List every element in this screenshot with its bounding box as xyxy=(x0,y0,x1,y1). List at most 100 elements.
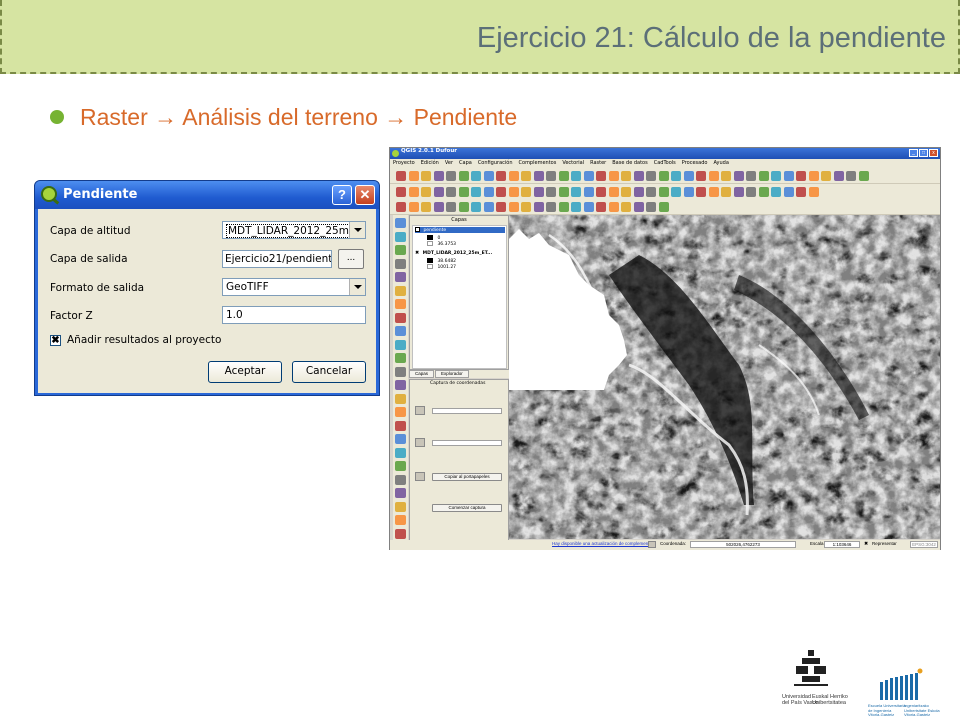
toolbar-tool-icon[interactable] xyxy=(396,187,406,197)
toolbar-tool-icon[interactable] xyxy=(508,187,519,197)
toolbar-tool-icon[interactable] xyxy=(696,187,706,197)
toolbar-tool-icon[interactable] xyxy=(696,171,706,181)
toolbar-tool-icon[interactable] xyxy=(408,202,419,212)
toolbar-tool-icon[interactable] xyxy=(708,187,719,197)
layer-tool-icon[interactable] xyxy=(395,312,406,323)
menu-complementos[interactable]: Complementos xyxy=(519,159,557,168)
grid-icon[interactable] xyxy=(415,438,425,447)
toolbar-tool-icon[interactable] xyxy=(858,171,869,181)
toolbar-tool-icon[interactable] xyxy=(483,187,494,197)
layer-tool-icon[interactable] xyxy=(395,488,406,498)
toolbar-tool-icon[interactable] xyxy=(421,171,431,181)
toolbar-tool-icon[interactable] xyxy=(558,187,569,197)
toolbar-tool-icon[interactable] xyxy=(446,187,456,197)
toolbar-tool-icon[interactable] xyxy=(546,171,556,181)
toolbar-tool-icon[interactable] xyxy=(496,202,506,212)
layer-item-pendiente[interactable]: pendiente xyxy=(415,227,505,233)
toolbar-tool-icon[interactable] xyxy=(758,171,769,181)
toolbar-tool-icon[interactable] xyxy=(633,187,644,197)
toolbar-tool-icon[interactable] xyxy=(596,171,606,181)
menu-cadtools[interactable]: CadTools xyxy=(654,159,676,168)
close-icon[interactable]: x xyxy=(929,149,938,157)
toolbar-tool-icon[interactable] xyxy=(508,202,519,212)
toolbar-tool-icon[interactable] xyxy=(471,187,481,197)
toolbar-tool-icon[interactable] xyxy=(533,202,544,212)
z-factor-input[interactable]: 1.0 xyxy=(222,306,366,324)
layer-tool-icon[interactable] xyxy=(395,218,406,228)
coordinate-field[interactable]: 502026,4762273 xyxy=(690,541,796,548)
toolbar-tool-icon[interactable] xyxy=(721,171,731,181)
toolbar-tool-icon[interactable] xyxy=(608,202,619,212)
render-checkbox[interactable]: ✖ xyxy=(864,541,868,547)
menu-vectorial[interactable]: Vectorial xyxy=(562,159,584,168)
menu-base-de-datos[interactable]: Base de datos xyxy=(612,159,647,168)
toolbar-tool-icon[interactable] xyxy=(683,187,694,197)
coord-field-2[interactable] xyxy=(432,440,502,446)
layer-tool-icon[interactable] xyxy=(395,245,406,255)
toolbar-tool-icon[interactable] xyxy=(621,171,631,181)
toolbar-tool-icon[interactable] xyxy=(733,171,744,181)
layer-tool-icon[interactable] xyxy=(395,353,406,363)
toolbar-tool-icon[interactable] xyxy=(721,187,731,197)
toolbar-tool-icon[interactable] xyxy=(746,171,756,181)
layer-tool-icon[interactable] xyxy=(395,393,406,404)
menu-procesado[interactable]: Procesado xyxy=(682,159,708,168)
toolbar-tool-icon[interactable] xyxy=(783,187,794,197)
toolbar-tool-icon[interactable] xyxy=(446,202,456,212)
cancel-button[interactable]: Cancelar xyxy=(292,361,366,383)
clipboard-icon[interactable] xyxy=(415,472,425,481)
altitude-layer-select[interactable]: MDT_LIDAR_2012_25m_ xyxy=(222,221,366,239)
checkbox-icon[interactable]: ✖ xyxy=(415,250,419,256)
toolbar-tool-icon[interactable] xyxy=(783,171,794,181)
toolbar-tool-icon[interactable] xyxy=(621,187,631,197)
toolbar-tool-icon[interactable] xyxy=(583,202,594,212)
layer-tool-icon[interactable] xyxy=(395,380,406,390)
toolbar-tool-icon[interactable] xyxy=(496,187,506,197)
layer-tool-icon[interactable] xyxy=(395,501,406,512)
toolbar-tool-icon[interactable] xyxy=(546,202,556,212)
toolbar-tool-icon[interactable] xyxy=(433,187,444,197)
toolbar-tool-icon[interactable] xyxy=(546,187,556,197)
toolbar-tool-icon[interactable] xyxy=(496,171,506,181)
layer-tool-icon[interactable] xyxy=(395,285,406,296)
toolbar-tool-icon[interactable] xyxy=(846,171,856,181)
output-layer-input[interactable]: Ejercicio21/pendiente xyxy=(222,250,332,268)
toolbar-tool-icon[interactable] xyxy=(796,187,806,197)
scale-field[interactable]: 1:103646 xyxy=(824,541,860,548)
layer-tool-icon[interactable] xyxy=(395,434,406,444)
toolbar-tool-icon[interactable] xyxy=(558,171,569,181)
toolbar-tool-icon[interactable] xyxy=(671,171,681,181)
menu-edicion[interactable]: Edición xyxy=(421,159,439,168)
accept-button[interactable]: Aceptar xyxy=(208,361,282,383)
menu-capa[interactable]: Capa xyxy=(459,159,472,168)
crs-button[interactable]: EPSG:3042 xyxy=(910,541,938,548)
layer-tool-icon[interactable] xyxy=(395,474,406,485)
tab-capas[interactable]: Capas xyxy=(409,370,435,378)
layer-tool-icon[interactable] xyxy=(395,528,406,539)
layer-tool-icon[interactable] xyxy=(395,258,406,269)
toolbar-tool-icon[interactable] xyxy=(621,202,631,212)
coord-field-1[interactable] xyxy=(432,408,502,414)
toolbar-tool-icon[interactable] xyxy=(646,202,656,212)
toolbar-tool-icon[interactable] xyxy=(471,171,481,181)
toolbar-tool-icon[interactable] xyxy=(833,171,844,181)
toolbar-tool-icon[interactable] xyxy=(596,202,606,212)
plugin-update-link[interactable]: Hay disponible una actualización de comp… xyxy=(552,541,652,546)
toolbar-tool-icon[interactable] xyxy=(608,187,619,197)
dialog-titlebar[interactable]: Pendiente ? ✕ xyxy=(35,181,379,209)
layer-tool-icon[interactable] xyxy=(395,447,406,458)
add-results-checkbox[interactable]: ✖ xyxy=(50,335,61,346)
toolbar-tool-icon[interactable] xyxy=(433,202,444,212)
toolbar-tool-icon[interactable] xyxy=(683,171,694,181)
toolbar-tool-icon[interactable] xyxy=(458,202,469,212)
toolbar-tool-icon[interactable] xyxy=(633,202,644,212)
toolbar-tool-icon[interactable] xyxy=(521,187,531,197)
toolbar-tool-icon[interactable] xyxy=(521,202,531,212)
start-capture-button[interactable]: Comenzar captura xyxy=(432,504,502,512)
mouse-icon[interactable] xyxy=(648,541,656,548)
toolbar-tool-icon[interactable] xyxy=(633,171,644,181)
chevron-down-icon[interactable] xyxy=(349,279,365,295)
help-button[interactable]: ? xyxy=(332,185,352,205)
close-button[interactable]: ✕ xyxy=(355,185,375,205)
toolbar-tool-icon[interactable] xyxy=(521,171,531,181)
